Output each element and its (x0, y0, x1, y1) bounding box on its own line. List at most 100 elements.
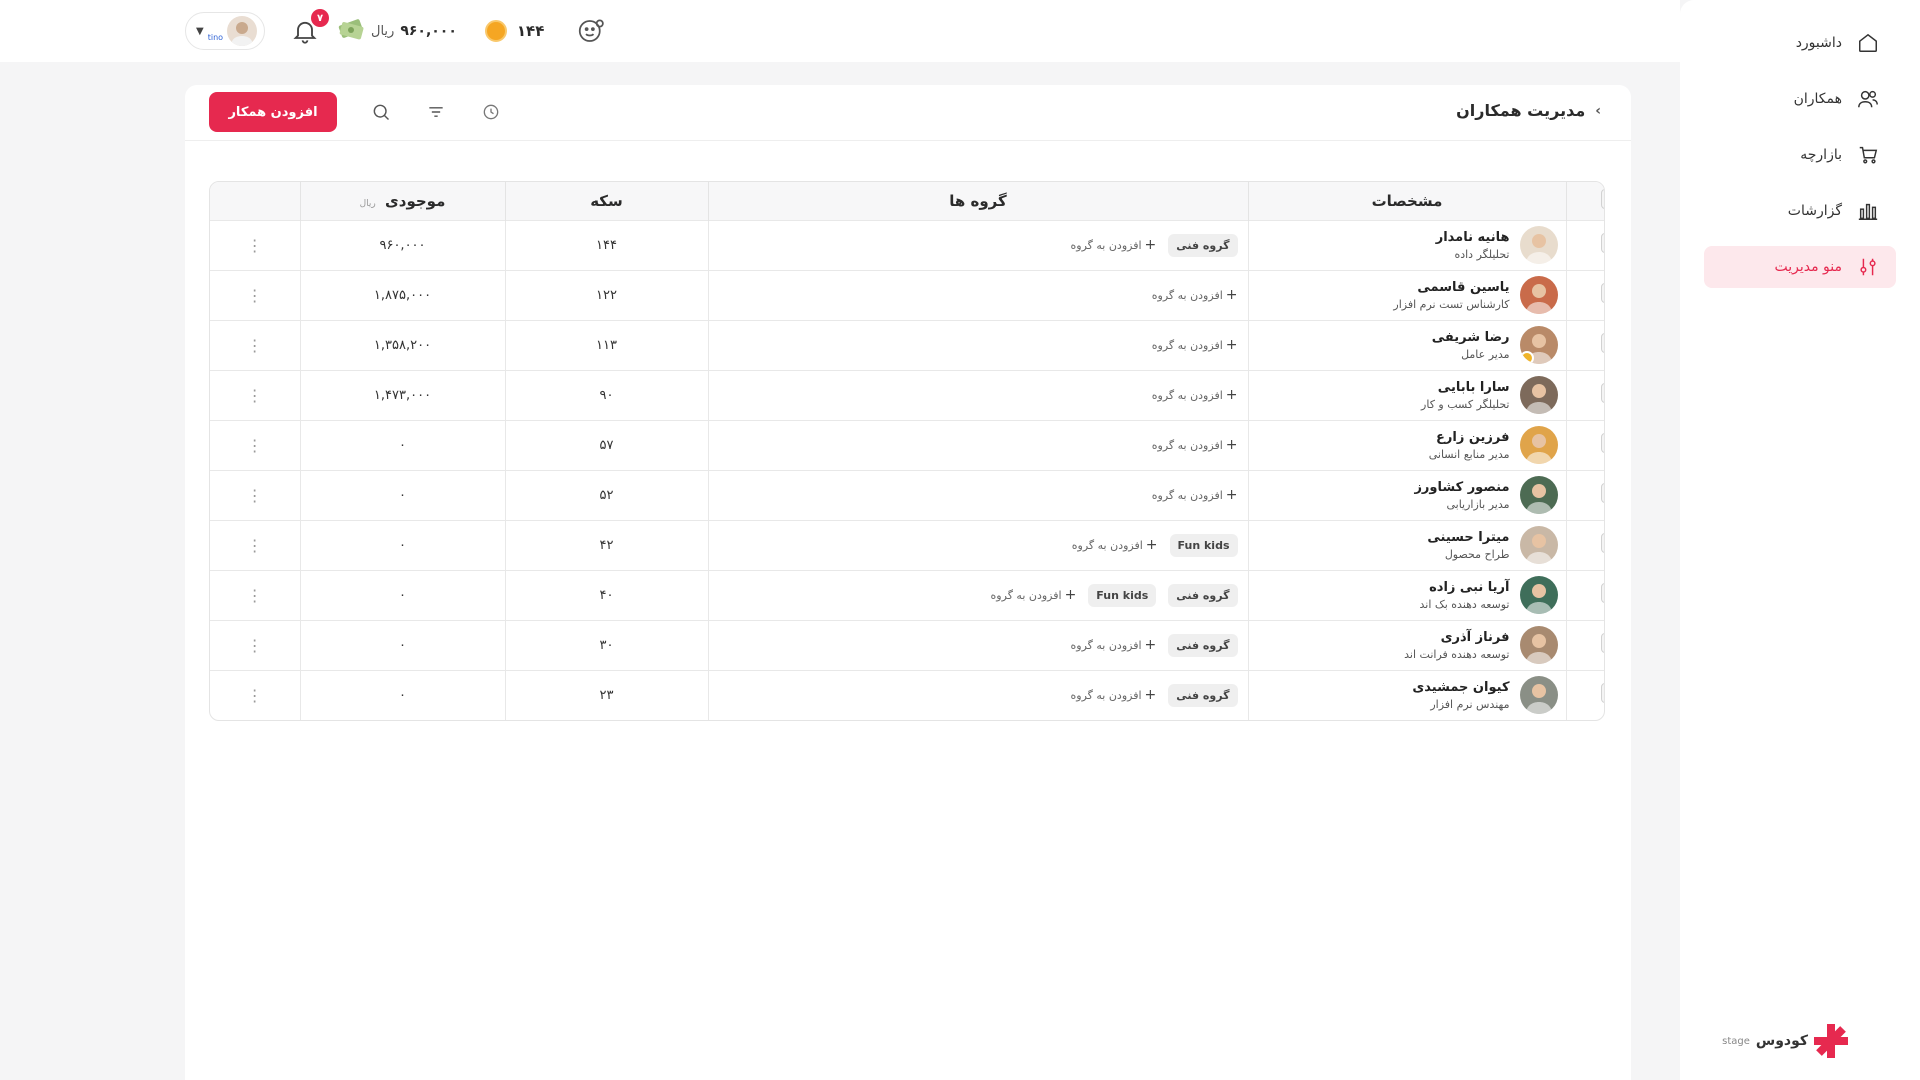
search-icon[interactable] (370, 101, 392, 123)
add-to-group-label: افزودن به گروه (1151, 389, 1223, 402)
row-checkbox[interactable] (1600, 283, 1604, 303)
brand-logo[interactable]: کودوس stage (1718, 1024, 1848, 1058)
row-select-cell (1565, 419, 1604, 470)
table-row[interactable]: میترا حسینی طراح محصول Fun kids +افزودن … (210, 519, 1604, 570)
more-vertical-icon[interactable]: ⋮ (247, 336, 263, 355)
add-to-group-button[interactable]: +افزودن به گروه (1152, 287, 1238, 303)
plus-icon: + (1225, 337, 1238, 353)
add-to-group-button[interactable]: +افزودن به گروه (1152, 437, 1238, 453)
more-vertical-icon[interactable]: ⋮ (247, 286, 263, 305)
add-to-group-label: افزودن به گروه (990, 589, 1062, 602)
actions-cell: ⋮ (210, 569, 300, 620)
table-row[interactable]: فرناز آذری توسعه دهنده فرانت اند گروه فن… (210, 619, 1604, 670)
plus-icon: + (1144, 237, 1157, 253)
sidebar-item-reports[interactable]: گزارشات (1704, 190, 1896, 232)
person-role: تحلیلگر کسب و کار (1421, 397, 1510, 411)
wallet-balance: ریال ۹۶۰,۰۰۰ (337, 17, 457, 45)
sidebar-item-colleagues[interactable]: همکاران (1704, 78, 1896, 120)
person-role: کارشناس تست نرم افزار (1393, 297, 1510, 311)
row-checkbox[interactable] (1600, 583, 1604, 603)
row-checkbox[interactable] (1600, 233, 1604, 253)
add-to-group-button[interactable]: +افزودن به گروه (1152, 337, 1238, 353)
add-to-group-button[interactable]: +افزودن به گروه (1071, 237, 1157, 253)
add-to-group-button[interactable]: +افزودن به گروه (1071, 637, 1157, 653)
actions-cell: ⋮ (210, 519, 300, 570)
sidebar-nav: داشبورد همکاران بازارچه گزارشات منو مدیر… (1704, 22, 1896, 302)
row-checkbox[interactable] (1600, 433, 1604, 453)
person-cell: منصور کشاورز مدیر بازاریابی (1247, 469, 1566, 520)
table-row[interactable]: آریا نبی زاده توسعه دهنده بک اند گروه فن… (210, 569, 1604, 620)
notifications-button[interactable]: ۷ (291, 9, 329, 45)
person-cell: آریا نبی زاده توسعه دهنده بک اند (1247, 569, 1566, 620)
add-to-group-button[interactable]: +افزودن به گروه (1072, 537, 1158, 553)
more-vertical-icon[interactable]: ⋮ (247, 386, 263, 405)
add-to-group-label: افزودن به گروه (1151, 339, 1223, 352)
add-to-group-button[interactable]: +افزودن به گروه (1071, 687, 1157, 703)
avatar (1519, 226, 1558, 264)
balance-cell: ۰ (299, 519, 505, 570)
row-checkbox[interactable] (1600, 383, 1604, 403)
add-to-group-button[interactable]: +افزودن به گروه (991, 587, 1077, 603)
group-tag[interactable]: Fun kids (1169, 533, 1238, 557)
chevron-down-icon: ▼ (196, 25, 204, 37)
person-cell: سارا بابایی تحلیلگر کسب و کار (1247, 369, 1566, 420)
sidebar-item-dashboard[interactable]: داشبورد (1704, 22, 1896, 64)
table-row[interactable]: کیوان جمشیدی مهندس نرم افزار گروه فنی +ا… (210, 669, 1604, 720)
person-name: میترا حسینی (1427, 529, 1510, 545)
group-tag[interactable]: گروه فنی (1168, 633, 1238, 657)
sidebar-item-label: منو مدیریت (1774, 259, 1842, 275)
header-coin: سکه (504, 182, 708, 220)
groups-cell: Fun kids +افزودن به گروه (707, 519, 1248, 570)
coin-cell: ۱۴۴ (504, 219, 708, 270)
emoji-button[interactable] (576, 16, 606, 46)
row-checkbox[interactable] (1600, 483, 1604, 503)
more-vertical-icon[interactable]: ⋮ (247, 486, 263, 505)
avatar (1519, 576, 1558, 614)
sidebar-item-market[interactable]: بازارچه (1704, 134, 1896, 176)
refresh-icon[interactable] (480, 101, 502, 123)
actions-cell: ⋮ (210, 219, 300, 270)
group-tag[interactable]: Fun kids (1088, 583, 1157, 607)
coin-count: ۱۴۴ (516, 22, 545, 40)
row-checkbox[interactable] (1600, 533, 1604, 553)
bar-chart-icon (1856, 199, 1880, 223)
add-colleague-button[interactable]: افزودن همکار (209, 92, 337, 132)
person-cell: هانیه نامدار تحلیلگر داده (1247, 219, 1566, 270)
table-row[interactable]: یاسین قاسمی کارشناس تست نرم افزار +افزود… (210, 269, 1604, 320)
add-to-group-button[interactable]: +افزودن به گروه (1152, 387, 1238, 403)
coin-cell: ۵۷ (504, 419, 708, 470)
filter-icon[interactable] (425, 101, 447, 123)
select-all-checkbox[interactable] (1600, 188, 1604, 209)
avatar (227, 16, 258, 46)
verified-badge-icon (1519, 351, 1534, 364)
table-row[interactable]: منصور کشاورز مدیر بازاریابی +افزودن به گ… (210, 469, 1604, 520)
group-tag[interactable]: گروه فنی (1168, 233, 1238, 257)
more-vertical-icon[interactable]: ⋮ (247, 436, 263, 455)
sidebar-item-admin-menu[interactable]: منو مدیریت (1704, 246, 1896, 288)
more-vertical-icon[interactable]: ⋮ (247, 536, 263, 555)
row-checkbox[interactable] (1600, 333, 1604, 353)
coin-balance: ۱۴۴ (484, 20, 545, 42)
person-name: هانیه نامدار (1435, 229, 1510, 245)
table-row[interactable]: هانیه نامدار تحلیلگر داده گروه فنی +افزو… (210, 219, 1604, 270)
more-vertical-icon[interactable]: ⋮ (247, 586, 263, 605)
table-row[interactable]: رضا شریفی مدیر عامل +افزودن به گروه ۱۱۳ … (210, 319, 1604, 370)
group-tag[interactable]: گروه فنی (1168, 683, 1238, 707)
add-to-group-button[interactable]: +افزودن به گروه (1152, 487, 1238, 503)
more-vertical-icon[interactable]: ⋮ (247, 636, 263, 655)
table-row[interactable]: سارا بابایی تحلیلگر کسب و کار +افزودن به… (210, 369, 1604, 420)
row-checkbox[interactable] (1600, 683, 1604, 704)
back-chevron-icon[interactable]: ‹ (1595, 103, 1601, 119)
more-vertical-icon[interactable]: ⋮ (247, 236, 263, 255)
user-menu[interactable]: ▼ tino (185, 12, 265, 50)
row-checkbox[interactable] (1600, 633, 1604, 653)
smiley-icon (579, 19, 605, 42)
row-select-cell (1565, 369, 1604, 420)
more-vertical-icon[interactable]: ⋮ (247, 686, 263, 705)
actions-cell: ⋮ (210, 669, 300, 720)
settings-sliders-icon (1856, 255, 1880, 279)
sidebar-item-label: بازارچه (1800, 147, 1842, 163)
table-row[interactable]: فرزین زارع مدیر منابع انسانی +افزودن به … (210, 419, 1604, 470)
person-role: توسعه دهنده فرانت اند (1404, 647, 1510, 661)
group-tag[interactable]: گروه فنی (1168, 583, 1238, 607)
